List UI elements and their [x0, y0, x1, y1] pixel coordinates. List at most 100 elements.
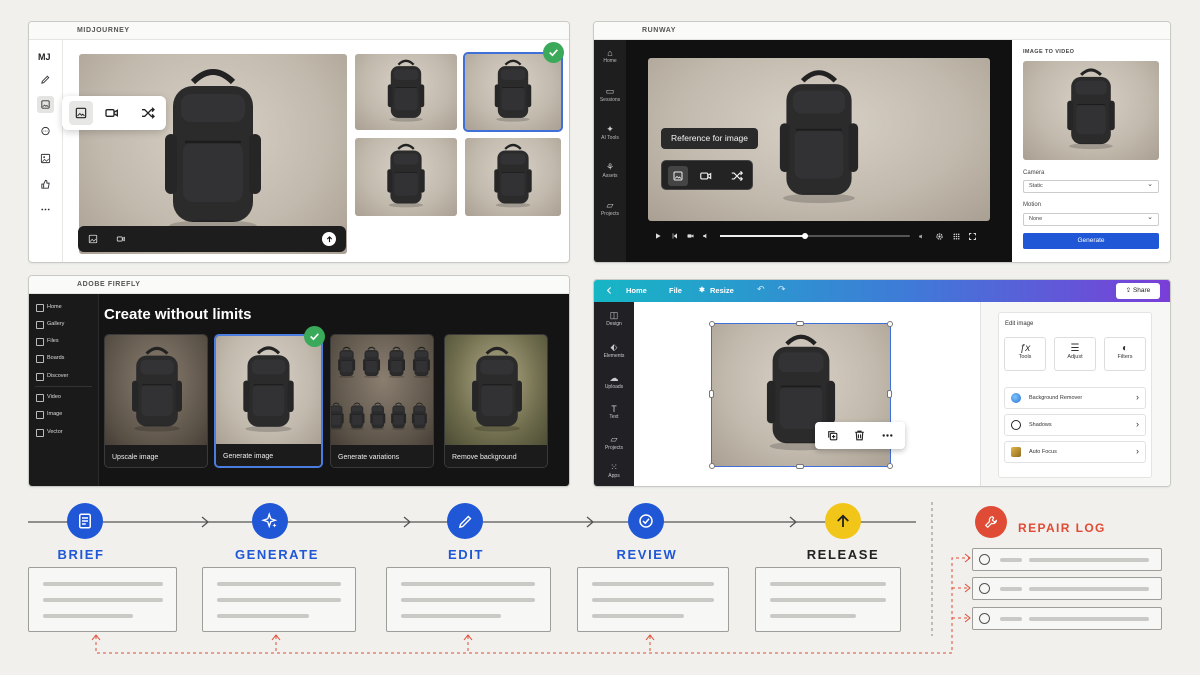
canva-panel: Home File ✱ Resize ↶ ↷ ⇪ Share ◫ Design ⬖… — [593, 279, 1171, 487]
share-button[interactable]: ⇪ Share — [1116, 283, 1160, 299]
camera-label: Camera — [1023, 170, 1045, 176]
option-tools[interactable]: ƒx Tools — [1004, 337, 1046, 371]
resize-handle[interactable] — [709, 463, 715, 469]
shuffle-icon[interactable] — [730, 169, 744, 183]
gear-icon[interactable] — [935, 232, 944, 241]
nav-assets[interactable]: ⚘ Assets — [594, 162, 626, 179]
nav-projects[interactable]: ▱ Projects — [594, 434, 634, 451]
more-icon[interactable] — [881, 429, 894, 442]
trash-icon[interactable] — [853, 429, 866, 442]
nav-boards[interactable]: Boards — [35, 355, 64, 363]
nav-design[interactable]: ◫ Design — [594, 310, 634, 327]
placeholder-line — [43, 598, 163, 602]
shuffle-icon[interactable] — [140, 105, 156, 121]
menu-file[interactable]: File — [669, 286, 682, 295]
menu-resize[interactable]: Resize — [710, 286, 734, 295]
scrubber-handle[interactable] — [802, 233, 808, 239]
resize-handle[interactable] — [796, 321, 804, 326]
camera-select[interactable]: Static — [1023, 179, 1159, 193]
repair-log-row[interactable] — [972, 607, 1162, 630]
nav-uploads[interactable]: ☁ Uploads — [594, 373, 634, 390]
volume-icon[interactable] — [918, 233, 925, 240]
nav-apps[interactable]: ⁙ Apps — [594, 462, 634, 479]
card-variations[interactable]: Generate variations — [330, 334, 434, 468]
option-filters[interactable]: ◐ Filters — [1104, 337, 1146, 371]
option-adjust[interactable]: ☰ Adjust — [1054, 337, 1096, 371]
motion-select[interactable]: None — [1023, 212, 1159, 226]
nav-video[interactable]: Video — [36, 394, 61, 402]
thumbs-up-icon[interactable] — [40, 179, 51, 190]
row-auto-focus[interactable]: Auto Focus — [1004, 441, 1146, 463]
review-step-icon — [628, 503, 664, 539]
review-card — [577, 567, 729, 632]
grid-icon[interactable] — [952, 232, 961, 241]
nav-gallery[interactable]: Gallery — [35, 321, 64, 329]
resize-handle[interactable] — [709, 321, 715, 327]
menu-home[interactable]: Home — [626, 286, 647, 295]
repair-log-row[interactable] — [972, 548, 1162, 571]
image-icon[interactable] — [88, 234, 98, 244]
top-bar: Home File ✱ Resize ↶ ↷ ⇪ Share — [594, 280, 1170, 302]
row-background-remover[interactable]: Background Remover — [1004, 387, 1146, 409]
video-icon[interactable] — [104, 105, 120, 121]
pencil-icon[interactable] — [40, 74, 51, 85]
nav-files[interactable]: Files — [36, 338, 59, 346]
image-icon[interactable] — [37, 96, 54, 113]
panel-title: ADOBE FIREFLY — [77, 281, 141, 288]
variation-thumb-4[interactable] — [465, 138, 561, 216]
fullscreen-icon[interactable] — [968, 232, 977, 241]
apps-grid-icon: ⁙ — [610, 462, 618, 472]
generate-button[interactable]: Generate — [1023, 233, 1159, 249]
card-upscale[interactable]: Upscale image — [104, 334, 208, 468]
more-icon[interactable] — [40, 204, 51, 215]
variation-thumb-1[interactable] — [355, 54, 457, 130]
video-icon[interactable] — [116, 234, 126, 244]
nav-projects[interactable]: ▱ Projects — [594, 200, 626, 217]
image-reference-icon[interactable] — [69, 101, 93, 125]
skip-back-icon[interactable] — [671, 232, 679, 240]
auto-focus-icon — [1011, 447, 1021, 457]
nav-sessions[interactable]: ▭ Sessions — [594, 86, 626, 103]
nav-discover[interactable]: Discover — [35, 373, 68, 381]
nav-image[interactable]: Image — [35, 411, 62, 419]
redo-icon[interactable]: ↷ — [778, 284, 786, 295]
variation-thumb-3[interactable] — [355, 138, 457, 216]
placeholder-line — [1029, 587, 1149, 591]
sidebar: ⌂ Home ▭ Sessions ✦ AI Tools ⚘ Assets ▱ Proje… — [594, 40, 626, 262]
resize-handle[interactable] — [887, 321, 893, 327]
card-image — [445, 335, 547, 447]
undo-icon[interactable]: ↶ — [757, 284, 765, 295]
nav-text[interactable]: T Text — [594, 404, 634, 420]
resize-handle[interactable] — [796, 464, 804, 469]
nav-elements[interactable]: ⬖ Elements — [594, 342, 634, 359]
row-shadows[interactable]: Shadows — [1004, 414, 1146, 436]
video-icon[interactable] — [699, 169, 713, 183]
card-generate-image[interactable]: Generate image — [214, 334, 323, 468]
repair-log-row[interactable] — [972, 577, 1162, 600]
duplicate-icon[interactable] — [826, 429, 839, 442]
chevron-left-icon[interactable] — [605, 286, 614, 295]
resize-handle[interactable] — [887, 463, 893, 469]
resize-handle[interactable] — [709, 390, 714, 398]
nav-home[interactable]: Home — [36, 304, 62, 312]
chat-icon[interactable] — [40, 126, 51, 137]
card-remove-background[interactable]: Remove background — [444, 334, 548, 468]
reference-image[interactable] — [1023, 61, 1159, 160]
release-card — [755, 567, 901, 632]
resize-handle[interactable] — [887, 390, 892, 398]
nav-vector[interactable]: Vector — [36, 429, 63, 437]
prompt-bar[interactable] — [78, 226, 346, 252]
image-reference-icon[interactable] — [668, 166, 688, 186]
play-icon[interactable] — [654, 232, 662, 240]
step-label-generate: GENERATE — [234, 547, 320, 562]
nav-ai-tools[interactable]: ✦ AI Tools — [594, 124, 626, 141]
main-image[interactable] — [79, 54, 347, 254]
scrubber[interactable] — [720, 233, 910, 239]
camera-icon[interactable] — [686, 232, 695, 240]
gallery-icon[interactable] — [40, 153, 51, 164]
submit-arrow-icon[interactable] — [322, 232, 336, 246]
nav-home[interactable]: ⌂ Home — [594, 48, 626, 64]
volume-icon[interactable] — [702, 232, 710, 240]
variation-thumb-2-selected[interactable] — [463, 52, 563, 132]
edit-image-card: Edit image ƒx Tools ☰ Adjust ◐ Filters B… — [998, 312, 1152, 478]
